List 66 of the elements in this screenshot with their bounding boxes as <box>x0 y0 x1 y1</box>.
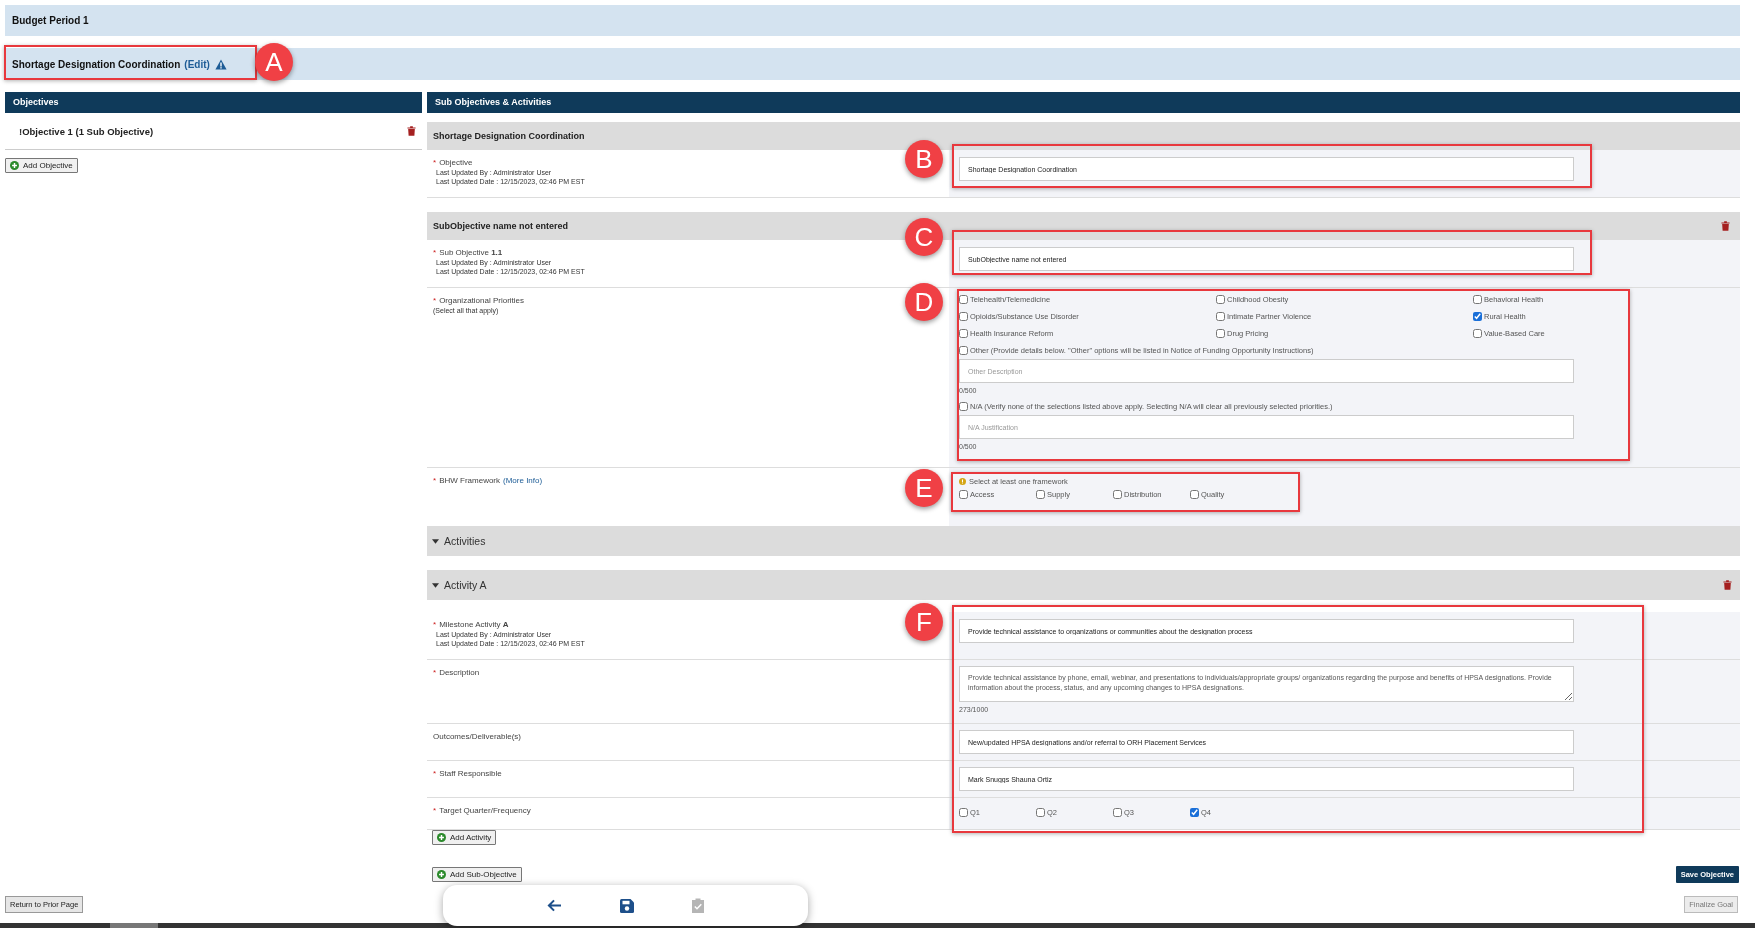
add-sub-objective-button[interactable]: Add Sub-Objective <box>432 867 522 882</box>
required-mark: * <box>433 806 437 815</box>
required-mark: * <box>433 476 437 485</box>
checkbox[interactable] <box>1113 490 1122 499</box>
objective-item[interactable]: Objective 1 (1 Sub Objective) <box>22 125 407 137</box>
callout-marker: C <box>905 218 943 256</box>
checkbox[interactable] <box>959 808 968 817</box>
budget-period-bar: Budget Period 1 <box>5 5 1740 36</box>
trash-icon[interactable] <box>407 126 416 136</box>
activities-header[interactable]: Activities <box>427 526 1740 556</box>
checkbox[interactable] <box>959 312 968 321</box>
plus-icon <box>437 833 446 842</box>
sub-objectives-header: Sub Objectives & Activities <box>427 92 1740 113</box>
field-label: BHW Framework <box>439 476 500 485</box>
required-mark: * <box>433 296 437 305</box>
required-mark: * <box>433 620 437 629</box>
warning-icon <box>214 58 227 70</box>
field-label: Target Quarter/Frequency <box>439 806 531 815</box>
field-label: Staff Responsible <box>439 769 502 778</box>
activity-header[interactable]: Activity A <box>432 579 487 591</box>
checkbox[interactable] <box>1190 490 1199 499</box>
plus-icon <box>437 870 446 879</box>
section-title: SubObjective name not entered <box>433 221 569 231</box>
warning-mark: ! <box>19 125 23 137</box>
checkbox[interactable] <box>959 402 968 411</box>
required-mark: * <box>433 248 437 257</box>
field-label: Outcomes/Deliverable(s) <box>433 732 522 741</box>
callout-marker: B <box>905 140 943 178</box>
checkbox[interactable] <box>1473 295 1482 304</box>
checkbox[interactable] <box>1216 312 1225 321</box>
back-arrow-icon[interactable] <box>547 899 562 912</box>
checkbox[interactable] <box>1113 808 1122 817</box>
trash-icon[interactable] <box>1721 221 1730 231</box>
plus-icon <box>10 161 19 170</box>
checkbox[interactable] <box>959 490 968 499</box>
more-info-link[interactable]: (More Info) <box>503 476 543 485</box>
checkbox[interactable] <box>1036 808 1045 817</box>
checkbox[interactable] <box>1190 808 1199 817</box>
field-label: Organizational Priorities <box>439 296 525 305</box>
section-header: Shortage Designation Coordination <box>427 122 1740 150</box>
required-mark: * <box>433 769 437 778</box>
field-label: Milestone Activity A <box>439 620 509 629</box>
objectives-header: Objectives <box>5 92 422 113</box>
checkbox[interactable] <box>1473 312 1482 321</box>
field-label: Sub Objective 1.1 <box>439 248 503 257</box>
checkbox[interactable] <box>959 295 968 304</box>
trash-icon[interactable] <box>1723 580 1732 590</box>
edit-link[interactable]: (Edit) <box>184 58 210 70</box>
checkbox[interactable] <box>1216 295 1225 304</box>
checkbox[interactable] <box>1036 490 1045 499</box>
callout-marker: F <box>905 603 943 641</box>
callout-marker: E <box>905 469 943 507</box>
checkbox[interactable] <box>959 329 968 338</box>
add-objective-button[interactable]: Add Objective <box>5 158 78 173</box>
checkbox[interactable] <box>959 346 968 355</box>
required-mark: * <box>433 158 437 167</box>
field-label: Description <box>439 668 480 677</box>
warning-icon <box>959 478 966 485</box>
callout-marker: D <box>905 283 943 321</box>
checkbox[interactable] <box>1473 329 1482 338</box>
goal-title: Shortage Designation Coordination <box>12 58 181 70</box>
add-activity-button[interactable]: Add Activity <box>432 830 497 845</box>
checkbox[interactable] <box>1216 329 1225 338</box>
required-mark: * <box>433 668 437 677</box>
save-icon[interactable] <box>620 898 634 913</box>
field-label: Objective <box>439 158 473 167</box>
